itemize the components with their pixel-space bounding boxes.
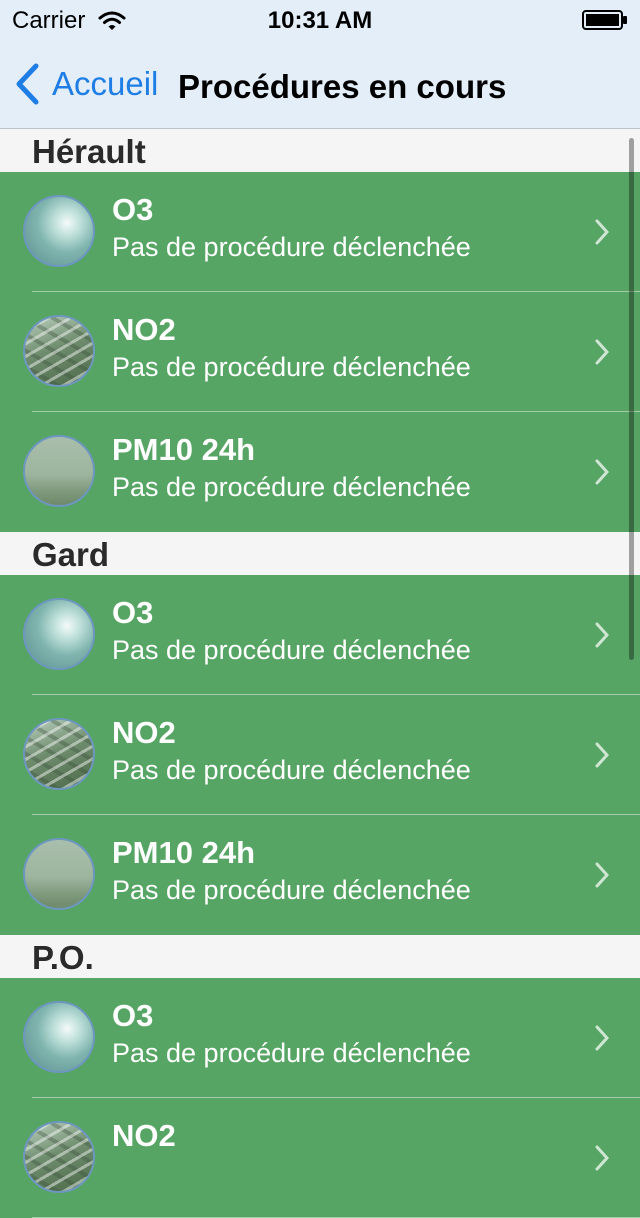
- road-traffic-icon: [23, 718, 95, 790]
- row-title: PM10 24h: [112, 835, 256, 870]
- battery-icon: [582, 10, 627, 30]
- section-title: Hérault: [32, 133, 146, 170]
- back-chevron-icon: [16, 63, 39, 105]
- row-title: O3: [112, 998, 154, 1033]
- back-button[interactable]: Accueil: [14, 62, 158, 106]
- list-item[interactable]: NO2 Pas de procédure déclenchée: [0, 292, 640, 412]
- chevron-right-icon: [595, 622, 610, 648]
- list-item[interactable]: PM10 24h Pas de procédure déclenchée: [0, 815, 640, 935]
- row-title: NO2: [112, 715, 176, 750]
- chevron-right-icon: [595, 339, 610, 365]
- list-item[interactable]: NO2: [0, 1098, 640, 1218]
- chevron-right-icon: [595, 219, 610, 245]
- row-title: NO2: [112, 1118, 176, 1153]
- section-title: Gard: [32, 536, 110, 573]
- sun-haze-icon: [23, 1001, 95, 1073]
- chevron-right-icon: [595, 459, 610, 485]
- chevron-right-icon: [595, 1025, 610, 1051]
- chevron-right-icon: [595, 1145, 610, 1171]
- list-item[interactable]: O3 Pas de procédure déclenchée: [0, 172, 640, 292]
- row-subtitle: Pas de procédure déclenchée: [112, 352, 471, 382]
- sun-haze-icon: [23, 598, 95, 670]
- row-title: O3: [112, 192, 154, 227]
- row-subtitle: Pas de procédure déclenchée: [112, 635, 471, 665]
- row-title: PM10 24h: [112, 432, 256, 467]
- row-subtitle: Pas de procédure déclenchée: [112, 472, 471, 502]
- section-header-gard: Gard: [0, 532, 640, 575]
- row-subtitle: Pas de procédure déclenchée: [112, 232, 471, 262]
- status-time: 10:31 AM: [267, 7, 373, 34]
- chevron-right-icon: [595, 742, 610, 768]
- navigation-bar: Accueil Procédures en cours: [0, 40, 640, 129]
- procedure-list: Hérault O3 Pas de procédure déclenchée N…: [0, 129, 640, 1218]
- back-label: Accueil: [52, 65, 159, 102]
- page-title: Procédures en cours: [178, 68, 507, 105]
- section-header-po: P.O.: [0, 935, 640, 978]
- section-header-herault: Hérault: [0, 129, 640, 172]
- list-item[interactable]: O3 Pas de procédure déclenchée: [0, 978, 640, 1098]
- row-subtitle: Pas de procédure déclenchée: [112, 875, 471, 905]
- section-title: P.O.: [32, 939, 94, 976]
- row-subtitle: Pas de procédure déclenchée: [112, 1038, 471, 1068]
- list-item[interactable]: PM10 24h Pas de procédure déclenchée: [0, 412, 640, 532]
- list-item[interactable]: O3 Pas de procédure déclenchée: [0, 575, 640, 695]
- city-haze-icon: [23, 838, 95, 910]
- road-traffic-icon: [23, 1121, 95, 1193]
- status-bar: Carrier 10:31 AM: [0, 0, 640, 40]
- list-item[interactable]: NO2 Pas de procédure déclenchée: [0, 695, 640, 815]
- sun-haze-icon: [23, 195, 95, 267]
- chevron-right-icon: [595, 862, 610, 888]
- row-subtitle: Pas de procédure déclenchée: [112, 755, 471, 785]
- scroll-indicator[interactable]: [629, 138, 634, 660]
- row-title: NO2: [112, 312, 176, 347]
- row-title: O3: [112, 595, 154, 630]
- road-traffic-icon: [23, 315, 95, 387]
- city-haze-icon: [23, 435, 95, 507]
